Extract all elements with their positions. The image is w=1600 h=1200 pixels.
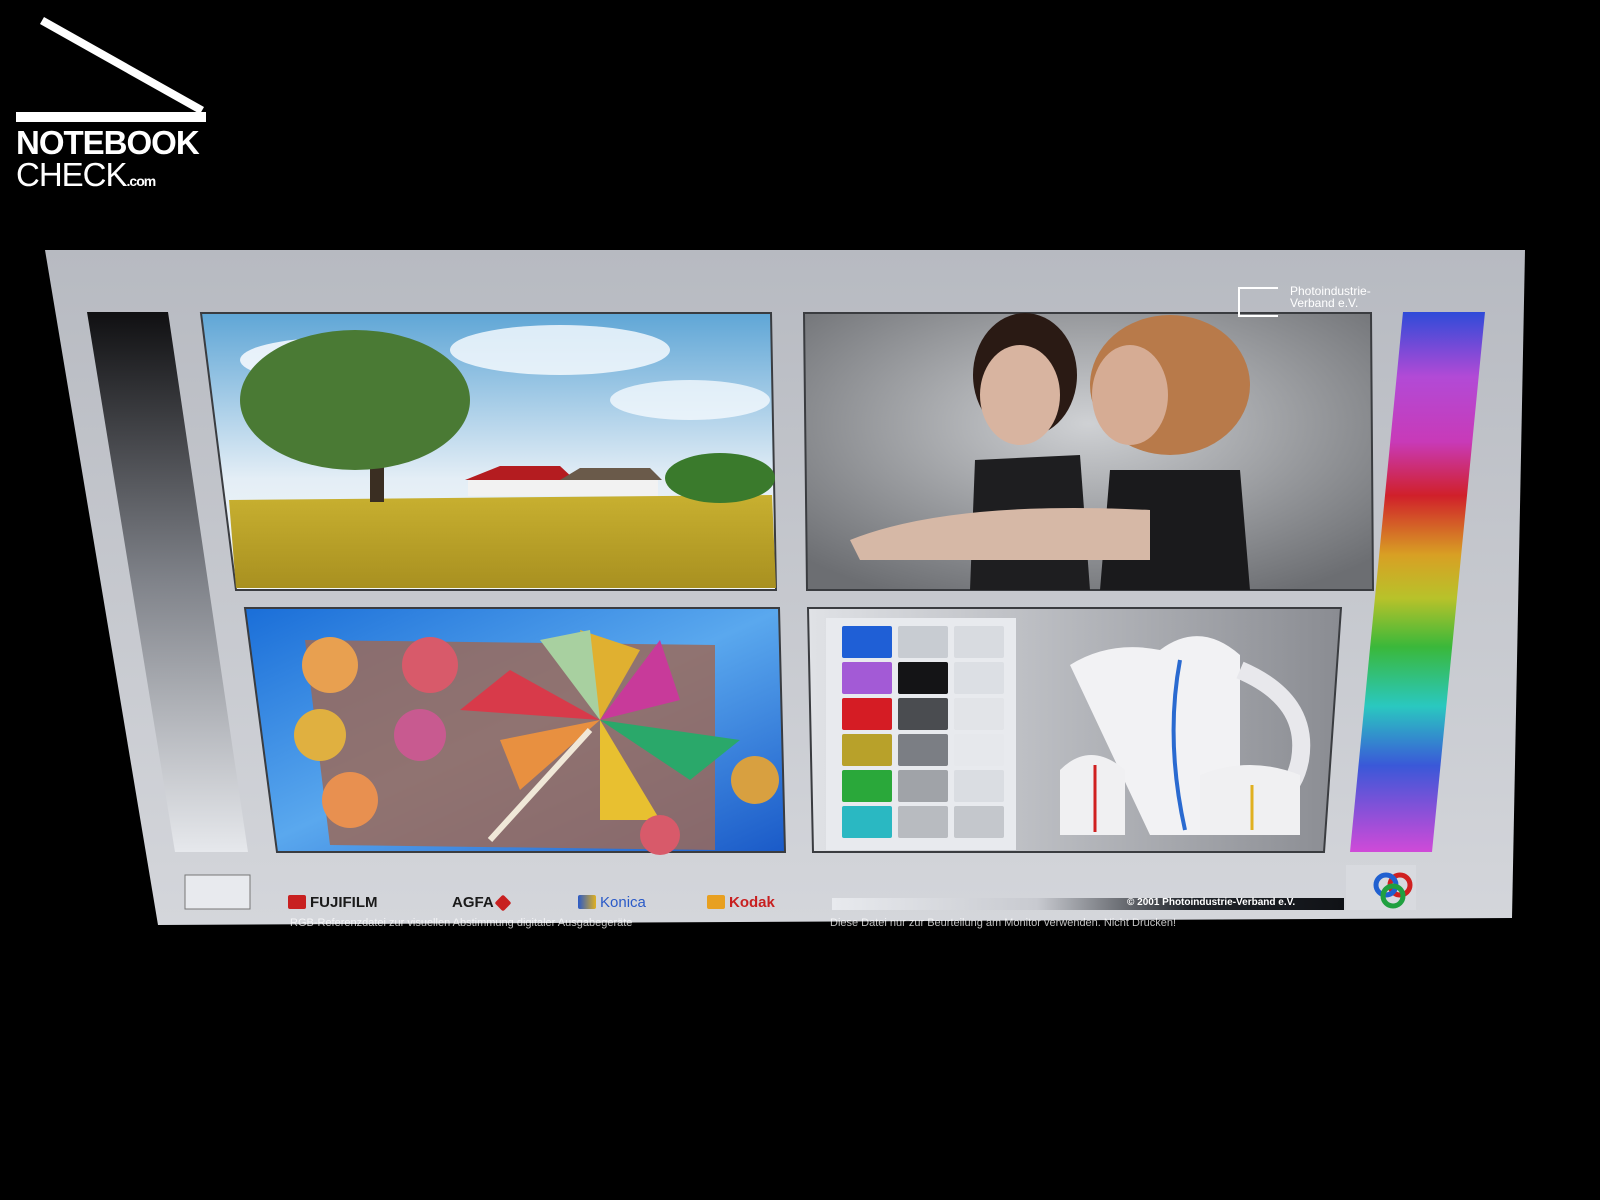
mini-thumbnail-icon <box>184 874 251 910</box>
swatch-gray-2 <box>898 698 948 730</box>
brand-fujifilm: FUJIFILM <box>288 894 378 911</box>
photoindustrie-logo: Photoindustrie- Verband e.V. <box>1238 285 1371 317</box>
swatch-white-2 <box>954 662 1004 694</box>
swatch-gray-1 <box>898 626 948 658</box>
swatch-white-3 <box>954 698 1004 730</box>
swatch-green <box>842 770 892 802</box>
footer-left-text: RGB-Referenzdatei zur visuellen Abstimmu… <box>290 917 633 929</box>
footer-right-text: Diese Datei nur zur Beurteilung am Monit… <box>830 917 1177 929</box>
swatch-white-6 <box>954 806 1004 838</box>
pinwheel-photo <box>243 607 787 855</box>
swatch-gray-3 <box>898 734 948 766</box>
test-image <box>45 250 1525 925</box>
publisher-line-2: Verband e.V. <box>1290 296 1359 310</box>
portrait-photo <box>802 312 1375 591</box>
swatch-yellow <box>842 734 892 766</box>
fujifilm-icon <box>288 895 306 909</box>
swatch-blue <box>842 626 892 658</box>
swatch-purple <box>842 662 892 694</box>
kodak-icon <box>707 895 725 909</box>
swatch-black <box>898 662 948 694</box>
quality-seal-icon <box>1346 865 1416 910</box>
swatch-white-4 <box>954 734 1004 766</box>
agfa-icon <box>494 894 512 912</box>
brand-konica: Konica <box>578 894 646 911</box>
pv-logo-icon <box>1238 287 1278 317</box>
konica-icon <box>578 895 596 909</box>
swatch-gray-4 <box>898 770 948 802</box>
swatch-white-1 <box>954 626 1004 658</box>
swatch-red <box>842 698 892 730</box>
brand-agfa: AGFA <box>452 894 513 912</box>
swatch-cyan <box>842 806 892 838</box>
copyright-text: © 2001 Photoindustrie-Verband e.V. <box>1127 897 1296 908</box>
brand-kodak: Kodak <box>707 894 775 911</box>
landscape-photo <box>199 312 778 591</box>
swatch-gray-5 <box>898 806 948 838</box>
swatch-white-5 <box>954 770 1004 802</box>
monitor-screen: Photoindustrie- Verband e.V. FUJIFILM AG… <box>0 0 1600 1200</box>
